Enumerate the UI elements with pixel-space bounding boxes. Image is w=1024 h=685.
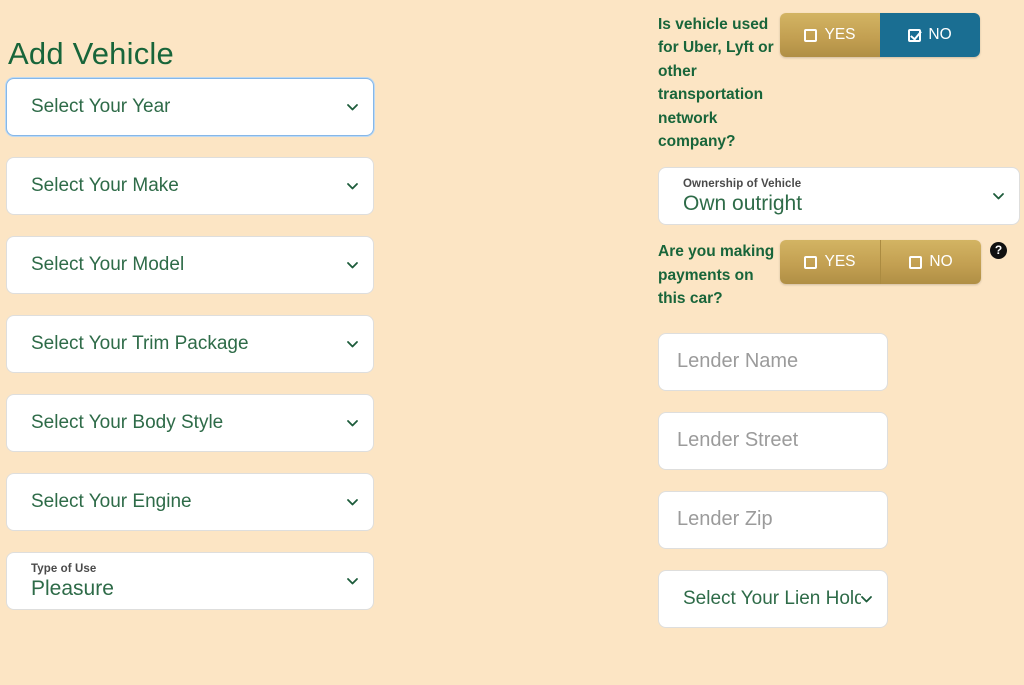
select-engine-label: Select Your Engine bbox=[31, 491, 192, 512]
chevron-down-icon bbox=[346, 180, 359, 193]
help-icon[interactable]: ? bbox=[990, 242, 1007, 260]
select-year[interactable]: Select Your Year bbox=[6, 78, 374, 136]
question-tnc-yes-label: YES bbox=[824, 26, 856, 43]
question-payments-toggle[interactable]: YES NO bbox=[780, 240, 981, 285]
ownership-value: Own outright bbox=[683, 192, 803, 216]
question-tnc-no-button[interactable]: NO bbox=[880, 13, 980, 57]
lender-name-input[interactable]: Lender Name bbox=[658, 332, 888, 391]
lender-zip-placeholder: Lender Zip bbox=[677, 508, 773, 531]
chevron-down-icon bbox=[992, 190, 1005, 203]
checkbox-checked-icon bbox=[908, 28, 922, 42]
select-body-style[interactable]: Select Your Body Style bbox=[6, 394, 374, 452]
type-of-use-label: Type of Use bbox=[31, 563, 97, 575]
chevron-down-icon bbox=[346, 259, 359, 272]
chevron-down-icon bbox=[860, 592, 873, 605]
question-payments-label: Are you making payments on this car? bbox=[658, 243, 775, 308]
ownership-section: Ownership of Vehicle Own outright bbox=[658, 167, 1024, 226]
select-lien-holder-label: Select Your Lien Holder bbox=[683, 587, 861, 609]
checkbox-unchecked-icon bbox=[804, 28, 818, 42]
chevron-down-icon bbox=[346, 338, 359, 351]
select-model-label: Select Your Model bbox=[31, 254, 185, 275]
select-year-label: Select Your Year bbox=[31, 96, 171, 117]
lender-section: Lender Name Lender Street Lender Zip Sel… bbox=[658, 332, 1024, 628]
question-payments-no-label: NO bbox=[929, 253, 953, 271]
select-make-label: Select Your Make bbox=[31, 175, 179, 196]
vehicle-details-column: Add Vehicle Select Your Year Select Your… bbox=[6, 0, 374, 631]
question-tnc-yes-button[interactable]: YES bbox=[780, 13, 880, 57]
chevron-down-icon bbox=[346, 417, 359, 430]
chevron-down-icon bbox=[346, 101, 359, 114]
chevron-down-icon bbox=[346, 496, 359, 509]
chevron-down-icon bbox=[346, 575, 359, 588]
question-tnc-label: Is vehicle used for Uber, Lyft or other … bbox=[658, 16, 774, 151]
question-tnc-toggle[interactable]: YES NO bbox=[780, 13, 980, 57]
checkbox-unchecked-icon bbox=[909, 255, 923, 269]
lender-street-input[interactable]: Lender Street bbox=[658, 411, 888, 470]
type-of-use-value: Pleasure bbox=[31, 577, 114, 600]
page-title: Add Vehicle bbox=[8, 36, 174, 71]
select-engine[interactable]: Select Your Engine bbox=[6, 473, 374, 531]
question-tnc-no-label: NO bbox=[928, 26, 952, 43]
select-lien-holder[interactable]: Select Your Lien Holder bbox=[658, 569, 888, 628]
ownership-column: Is vehicle used for Uber, Lyft or other … bbox=[658, 0, 1024, 628]
lender-zip-input[interactable]: Lender Zip bbox=[658, 490, 888, 549]
select-trim-package[interactable]: Select Your Trim Package bbox=[6, 315, 374, 373]
select-body-style-label: Select Your Body Style bbox=[31, 412, 224, 433]
select-type-of-use[interactable]: Type of Use Pleasure bbox=[6, 552, 374, 610]
select-model[interactable]: Select Your Model bbox=[6, 236, 374, 294]
select-make[interactable]: Select Your Make bbox=[6, 157, 374, 215]
question-payments-yes-label: YES bbox=[824, 253, 856, 271]
question-tnc: Is vehicle used for Uber, Lyft or other … bbox=[658, 0, 1024, 153]
add-vehicle-page: Add Vehicle Select Your Year Select Your… bbox=[0, 0, 1024, 685]
question-payments-no-button[interactable]: NO bbox=[880, 240, 981, 285]
checkbox-unchecked-icon bbox=[804, 255, 818, 269]
select-ownership[interactable]: Ownership of Vehicle Own outright bbox=[658, 167, 1020, 226]
question-payments: Are you making payments on this car? YES… bbox=[658, 240, 1024, 310]
lender-name-placeholder: Lender Name bbox=[677, 350, 799, 373]
lender-street-placeholder: Lender Street bbox=[677, 429, 799, 452]
question-payments-yes-button[interactable]: YES bbox=[780, 240, 880, 285]
select-trim-package-label: Select Your Trim Package bbox=[31, 333, 249, 354]
ownership-label: Ownership of Vehicle bbox=[683, 178, 802, 191]
